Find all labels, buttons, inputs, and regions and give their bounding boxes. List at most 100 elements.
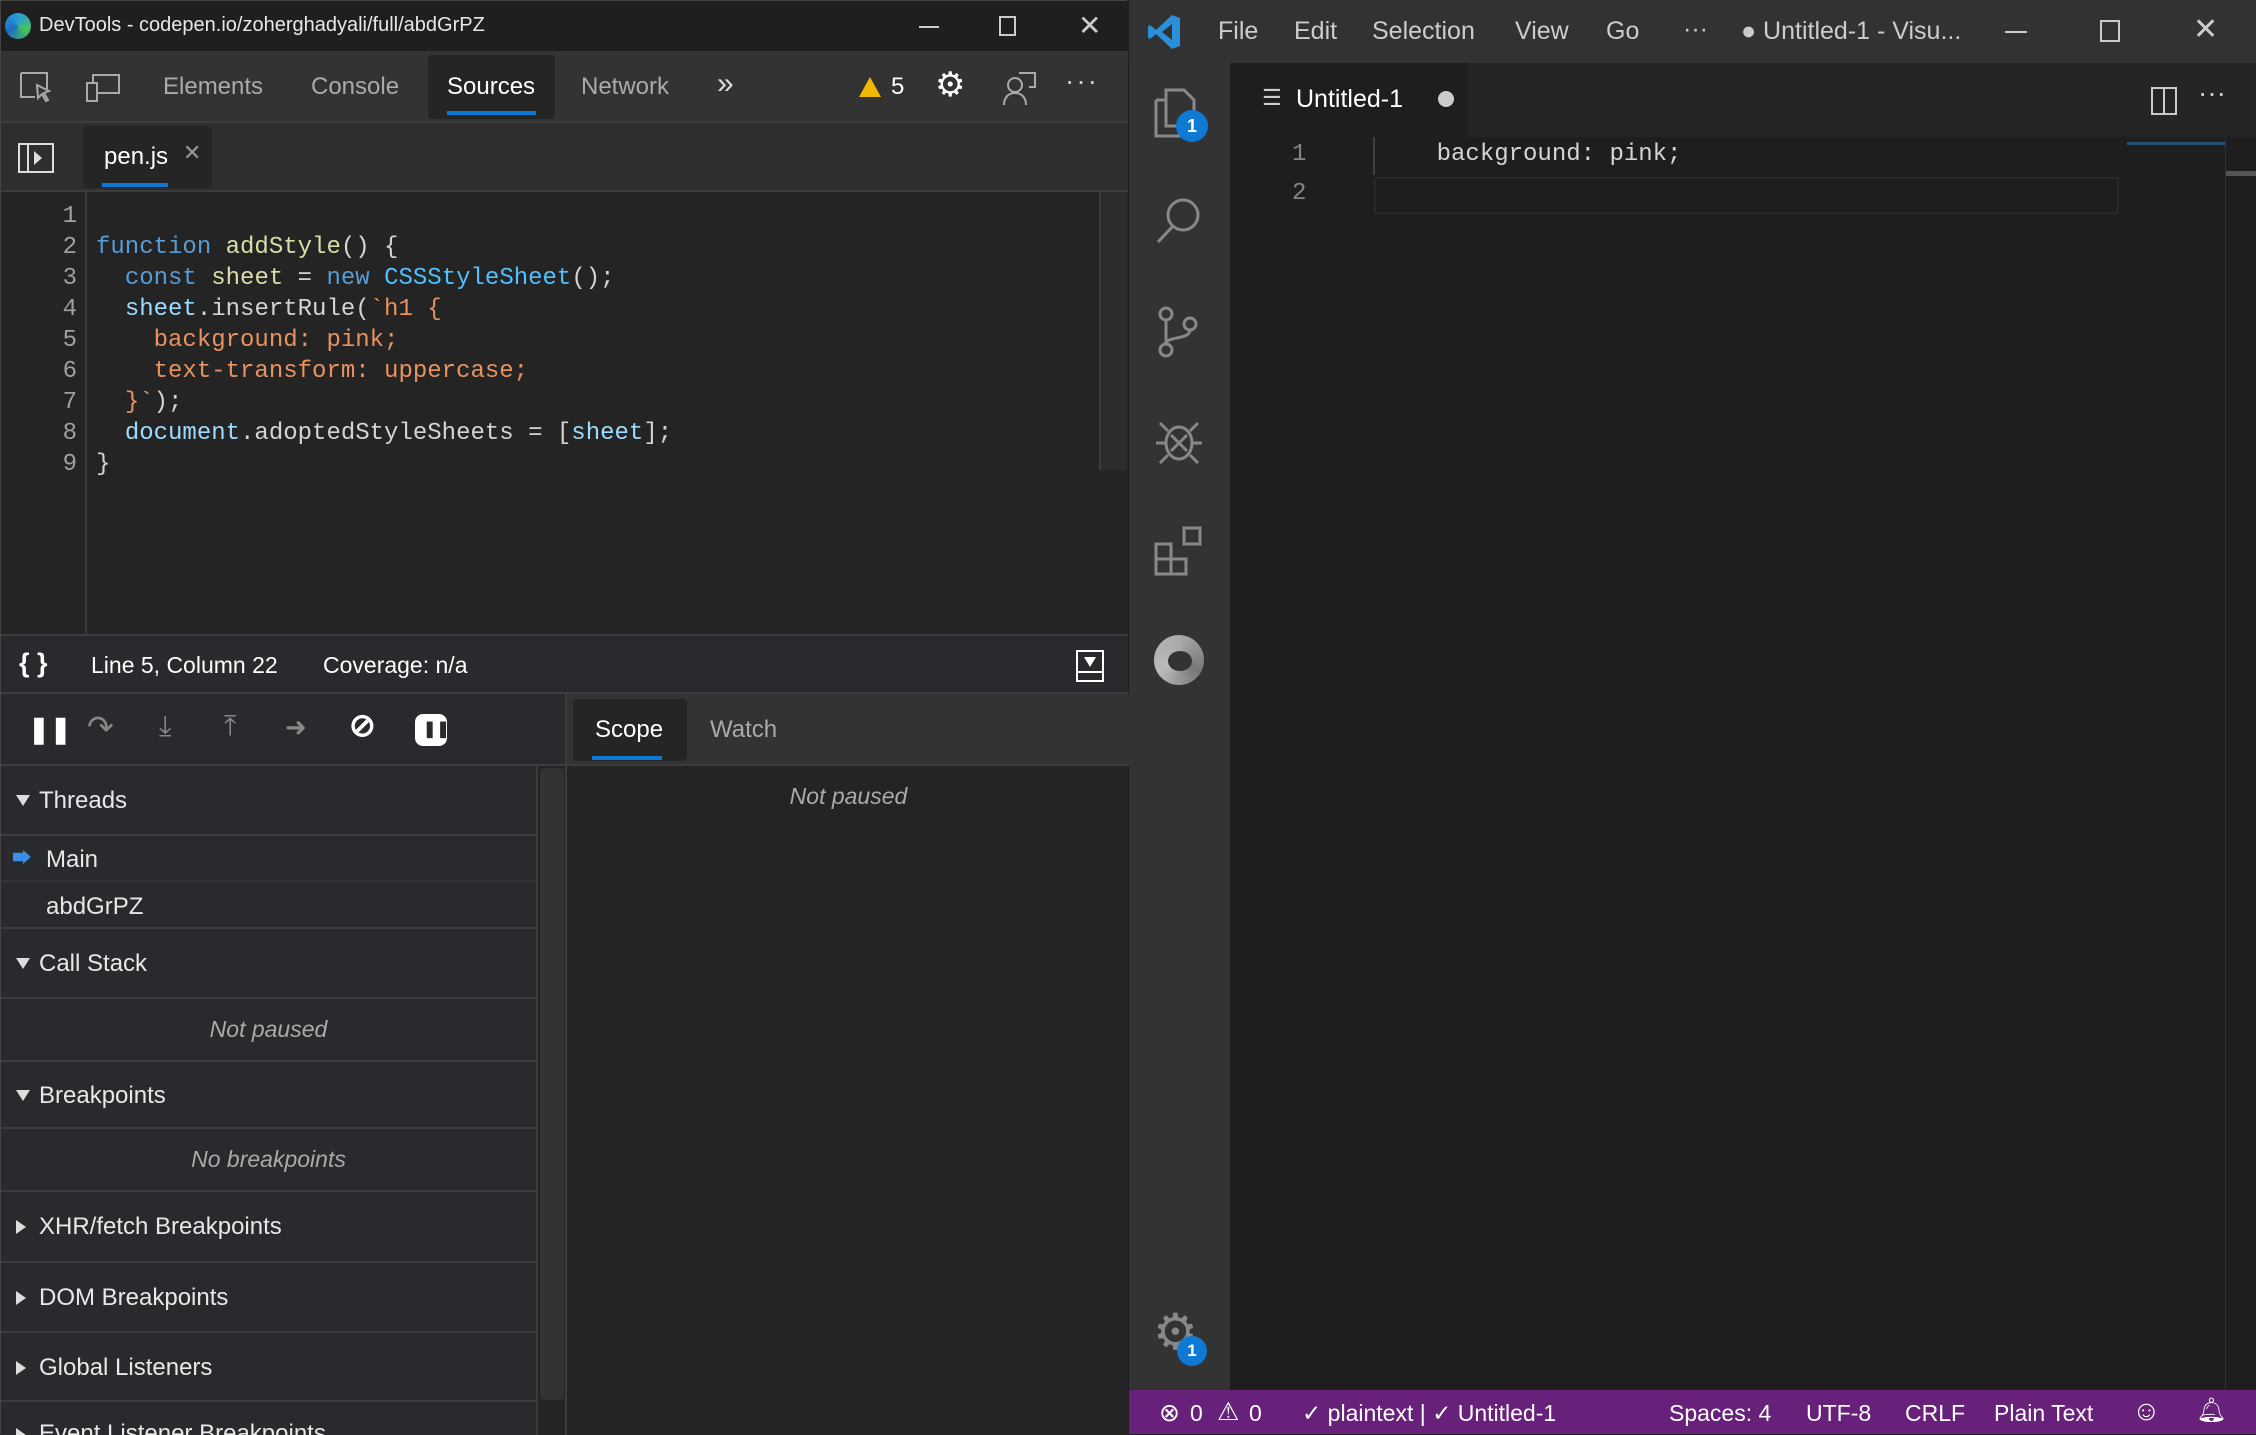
- maximize-button[interactable]: [2100, 20, 2120, 42]
- code-token: }`: [124, 389, 154, 416]
- feedback-icon[interactable]: [1001, 71, 1037, 107]
- section-call-stack[interactable]: Call Stack: [1, 929, 536, 999]
- text-editor[interactable]: 1 2 background: pink;: [1230, 137, 2256, 1390]
- code-token: background: pink;: [96, 327, 399, 354]
- warning-count[interactable]: 0: [1249, 1400, 1262, 1427]
- section-threads[interactable]: Threads: [1, 766, 536, 836]
- scope-tab-bar: Scope Watch: [567, 694, 1130, 766]
- menu-selection[interactable]: Selection: [1372, 17, 1475, 46]
- minimap[interactable]: [2127, 137, 2225, 145]
- step-out-icon[interactable]: ⤒: [224, 710, 236, 743]
- sidebar-scrollbar[interactable]: [536, 766, 565, 1435]
- section-breakpoints[interactable]: Breakpoints: [1, 1062, 536, 1129]
- section-dom-breakpoints[interactable]: DOM Breakpoints: [1, 1263, 536, 1333]
- section-event-listener-breakpoints[interactable]: Event Listener Breakpoints: [1, 1402, 536, 1435]
- maximize-button[interactable]: [999, 16, 1016, 36]
- vscode-logo-icon: [1147, 14, 1181, 50]
- pause-button[interactable]: ❚❚: [28, 714, 72, 745]
- section-label: Breakpoints: [39, 1082, 166, 1109]
- section-label: Event Listener Breakpoints: [39, 1420, 326, 1435]
- step-over-icon[interactable]: ↷: [87, 708, 114, 746]
- device-toolbar-icon[interactable]: [85, 73, 121, 103]
- deactivate-breakpoints-icon[interactable]: ⊘: [349, 706, 376, 744]
- warnings-icon[interactable]: ⚠: [1217, 1397, 1239, 1427]
- menu-view[interactable]: View: [1515, 17, 1569, 46]
- warning-count[interactable]: 5: [891, 73, 904, 101]
- thread-item[interactable]: abdGrPZ: [1, 882, 536, 929]
- code-token: () {: [340, 234, 399, 261]
- search-icon[interactable]: [1155, 196, 1203, 244]
- error-count[interactable]: 0: [1190, 1400, 1203, 1427]
- manage-gear-icon[interactable]: ⚙ 1: [1153, 1303, 1207, 1366]
- section-global-listeners[interactable]: Global Listeners: [1, 1333, 536, 1402]
- thread-item-main[interactable]: Main: [1, 836, 536, 882]
- tab-sources[interactable]: Sources: [428, 55, 555, 119]
- editor-tab-untitled-1[interactable]: ☰ Untitled-1: [1230, 63, 1468, 137]
- call-stack-content: Not paused: [1, 999, 536, 1062]
- debug-icon[interactable]: [1154, 415, 1204, 465]
- code-line: 9}: [1, 449, 1101, 480]
- close-button[interactable]: ✕: [1078, 9, 1101, 42]
- close-tab-icon[interactable]: ✕: [183, 140, 201, 166]
- tab-network[interactable]: Network: [581, 73, 669, 101]
- editor-scrollbar[interactable]: [2225, 137, 2256, 1390]
- menu-go[interactable]: Go: [1606, 17, 1639, 46]
- indentation-status[interactable]: Spaces: 4: [1669, 1400, 1771, 1427]
- file-tab-bar: pen.js ✕: [1, 123, 1128, 192]
- warning-icon[interactable]: [859, 77, 881, 97]
- tab-scope[interactable]: Scope: [573, 699, 687, 761]
- code-token: ();: [571, 265, 615, 292]
- split-editor-icon[interactable]: [2151, 87, 2177, 115]
- current-line-highlight: [1374, 177, 2119, 214]
- eol-status[interactable]: CRLF: [1905, 1400, 1965, 1427]
- code-token: function: [96, 234, 212, 261]
- scrollbar-thumb[interactable]: [540, 768, 564, 1400]
- tab-elements[interactable]: Elements: [163, 73, 263, 101]
- tab-watch[interactable]: Watch: [710, 716, 777, 744]
- menu-more[interactable]: ···: [1683, 15, 1708, 44]
- source-control-icon[interactable]: [1156, 306, 1200, 358]
- debugger-toolbar: ❚❚ ↷ ⤓ ⤒ ➜ ⊘ ❚❚: [1, 694, 565, 766]
- encoding-status[interactable]: UTF-8: [1806, 1400, 1871, 1427]
- more-options-icon[interactable]: ···: [1065, 65, 1099, 97]
- indent-guide: [1373, 137, 1375, 175]
- feedback-smiley-icon[interactable]: ☺: [2132, 1395, 2161, 1427]
- pause-on-exceptions-icon[interactable]: ❚❚: [415, 714, 450, 746]
- line-number: 4: [62, 296, 77, 323]
- minimize-button[interactable]: [919, 26, 939, 28]
- step-icon[interactable]: ➜: [285, 712, 307, 743]
- more-tabs-icon[interactable]: »: [717, 67, 734, 101]
- menu-file[interactable]: File: [1218, 17, 1258, 46]
- language-mode[interactable]: Plain Text: [1994, 1400, 2093, 1427]
- toggle-drawer-icon[interactable]: [1076, 650, 1104, 682]
- errors-icon[interactable]: ⊗: [1159, 1398, 1180, 1428]
- step-into-icon[interactable]: ⤓: [159, 710, 171, 743]
- unsaved-dot-icon[interactable]: [1438, 91, 1454, 107]
- editor-more-actions-icon[interactable]: ···: [2198, 77, 2226, 109]
- line-number: 7: [62, 389, 77, 416]
- devtools-title-bar: DevTools - codepen.io/zoherghadyali/full…: [1, 1, 1128, 51]
- tab-console[interactable]: Console: [311, 73, 399, 101]
- close-button[interactable]: ✕: [2193, 12, 2218, 47]
- notifications-bell-icon[interactable]: 🔔︎: [2196, 1396, 2226, 1425]
- settings-gear-icon[interactable]: ⚙: [935, 65, 965, 105]
- menu-edit[interactable]: Edit: [1294, 17, 1337, 46]
- inspect-element-icon[interactable]: [19, 71, 53, 105]
- expanded-triangle-icon: [16, 795, 30, 806]
- code-editor[interactable]: 1 2 function addStyle() {3 const sheet = n…: [1, 192, 1128, 634]
- plaintext-file-icon: ☰: [1262, 85, 1282, 110]
- file-tab-pen-js[interactable]: pen.js ✕: [83, 126, 212, 188]
- toggle-navigator-icon[interactable]: [18, 143, 54, 173]
- code-line: 7 }`);: [1, 387, 1101, 418]
- tab-scope-label: Scope: [595, 716, 664, 743]
- code-scrollbar[interactable]: [1099, 192, 1127, 470]
- edge-devtools-icon[interactable]: [1154, 635, 1204, 685]
- pretty-print-icon[interactable]: { }: [19, 648, 48, 679]
- explorer-icon[interactable]: 1: [1154, 88, 1208, 142]
- minimize-button[interactable]: [2005, 31, 2027, 33]
- section-xhr-breakpoints[interactable]: XHR/fetch Breakpoints: [1, 1192, 536, 1263]
- lint-status[interactable]: ✓ plaintext | ✓ Untitled-1: [1302, 1400, 1556, 1427]
- extensions-icon[interactable]: [1154, 526, 1204, 576]
